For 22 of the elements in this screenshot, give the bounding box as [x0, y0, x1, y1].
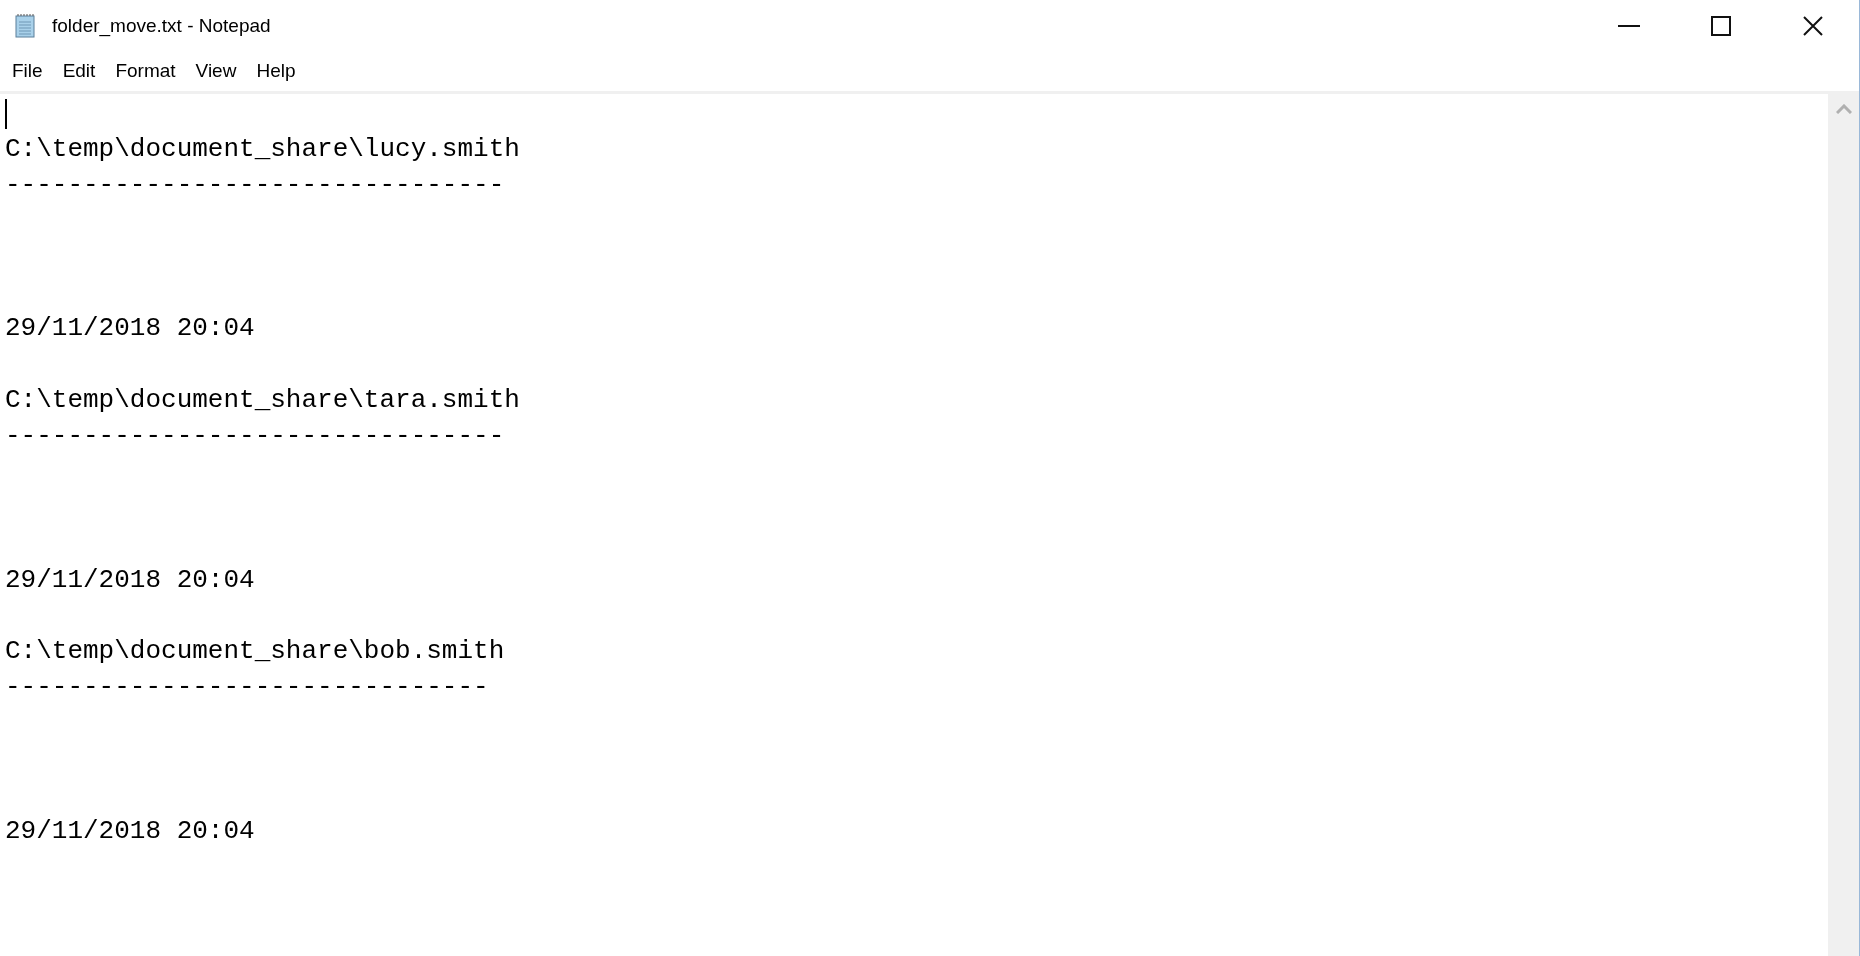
notepad-icon [14, 13, 38, 39]
text-line: C:\temp\document_share\tara.smith [5, 384, 520, 418]
close-icon [1803, 16, 1823, 36]
minimize-icon [1618, 25, 1640, 27]
menu-item[interactable]: Help [246, 57, 306, 86]
text-line: 29/11/2018 20:04 [5, 814, 255, 848]
menu-item[interactable]: View [185, 57, 247, 86]
menu-item[interactable]: Format [105, 57, 186, 86]
menu-item[interactable]: File [2, 57, 53, 86]
text-line: -------------------------------- [5, 168, 505, 202]
text-cursor [5, 98, 7, 129]
menu-item[interactable]: Edit [52, 57, 106, 86]
maximize-icon [1711, 16, 1731, 36]
text-line: C:\temp\document_share\lucy.smith [5, 132, 520, 166]
text-line: C:\temp\document_share\bob.smith [5, 635, 505, 669]
text-line: 29/11/2018 20:04 [5, 312, 255, 346]
text-line: 29/11/2018 20:04 [5, 563, 255, 597]
window-title: folder_move.txt - Notepad [52, 13, 271, 39]
scroll-up-icon[interactable] [1835, 104, 1852, 114]
text-line: ------------------------------- [5, 671, 489, 705]
text-line: -------------------------------- [5, 420, 505, 453]
scrollbar[interactable] [1828, 94, 1859, 956]
